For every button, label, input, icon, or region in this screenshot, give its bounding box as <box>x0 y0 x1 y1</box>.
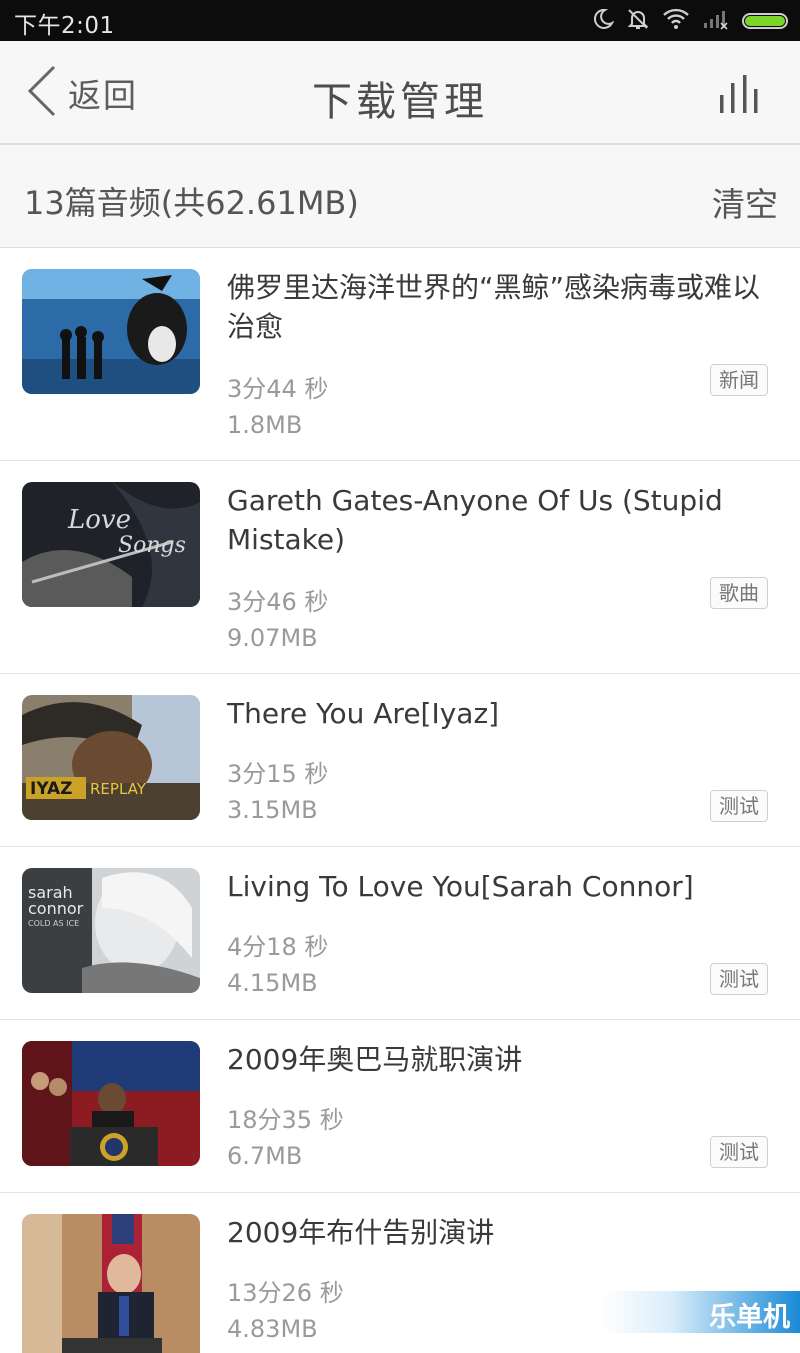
equalizer-button[interactable] <box>716 73 764 117</box>
thumb-text: connor <box>28 899 84 918</box>
item-title: Gareth Gates-Anyone Of Us (Stupid Mistak… <box>227 484 723 556</box>
thumbnail-sarah-connor: sarah connor COLD AS ICE <box>22 868 200 993</box>
wifi-icon <box>662 8 690 34</box>
watermark-text: 乐单机 <box>709 1302 790 1333</box>
item-title: 2009年布什告别演讲 <box>227 1216 495 1249</box>
summary-bar: 13篇音频(共62.61MB) 清空 <box>0 145 800 248</box>
item-duration: 3分44 秒 <box>227 375 329 403</box>
thumbnail-love-songs: Love Songs <box>22 482 200 607</box>
item-title: There You Are[Iyaz] <box>227 697 500 730</box>
page-title: 下载管理 <box>312 79 488 125</box>
list-item[interactable]: sarah connor COLD AS ICE Living To Love … <box>0 847 800 1020</box>
status-bar: 下午2:01 <box>0 0 800 41</box>
moon-icon <box>592 8 615 34</box>
item-size: 9.07MB <box>227 624 318 652</box>
thumb-text: Love <box>67 505 131 535</box>
item-title: Living To Love You[Sarah Connor] <box>227 870 694 903</box>
category-tag: 歌曲 <box>710 577 768 609</box>
item-title: 佛罗里达海洋世界的“黑鲸”感染病毒或难以治愈 <box>227 271 761 343</box>
clear-button[interactable]: 清空 <box>712 178 778 226</box>
thumbnail-obama <box>22 1041 200 1166</box>
nav-bar: 返回 下载管理 <box>0 41 800 145</box>
battery-icon <box>742 13 788 29</box>
item-duration: 3分46 秒 <box>227 588 329 616</box>
item-size: 6.7MB <box>227 1142 303 1170</box>
list-item[interactable]: Love Songs Gareth Gates-Anyone Of Us (St… <box>0 461 800 674</box>
bell-muted-icon <box>626 7 650 35</box>
item-size: 1.8MB <box>227 411 303 439</box>
category-tag: 测试 <box>710 1136 768 1168</box>
thumbnail-iyaz: IYAZ REPLAY <box>22 695 200 820</box>
item-duration: 18分35 秒 <box>227 1106 344 1134</box>
download-list: 佛罗里达海洋世界的“黑鲸”感染病毒或难以治愈 3分44 秒 新闻 1.8MB L… <box>0 248 800 1353</box>
watermark-logo: 乐单机 <box>600 1291 800 1333</box>
category-tag: 测试 <box>710 963 768 995</box>
category-tag: 新闻 <box>710 364 768 396</box>
item-duration: 4分18 秒 <box>227 933 329 961</box>
thumb-text: REPLAY <box>90 780 147 798</box>
category-tag: 测试 <box>710 790 768 822</box>
list-item[interactable]: 2009年奥巴马就职演讲 18分35 秒 测试 6.7MB <box>0 1020 800 1193</box>
item-size: 3.15MB <box>227 796 318 824</box>
list-item[interactable]: IYAZ REPLAY There You Are[Iyaz] 3分15 秒 测… <box>0 674 800 847</box>
item-title: 2009年奥巴马就职演讲 <box>227 1043 523 1076</box>
list-item[interactable]: 佛罗里达海洋世界的“黑鲸”感染病毒或难以治愈 3分44 秒 新闻 1.8MB <box>0 248 800 461</box>
item-duration: 3分15 秒 <box>227 760 329 788</box>
thumbnail-orca <box>22 269 200 394</box>
status-time: 下午2:01 <box>14 13 115 39</box>
thumb-text: Songs <box>118 533 186 558</box>
signal-icon <box>702 8 730 34</box>
item-size: 4.15MB <box>227 969 318 997</box>
audio-count: 13篇音频(共62.61MB) <box>24 184 359 222</box>
item-duration: 13分26 秒 <box>227 1279 344 1307</box>
thumbnail-bush <box>22 1214 200 1353</box>
item-size: 4.83MB <box>227 1315 318 1343</box>
equalizer-icon <box>720 75 758 113</box>
thumb-text: IYAZ <box>30 779 73 799</box>
status-icons <box>592 6 788 36</box>
thumb-text: COLD AS ICE <box>28 919 79 928</box>
